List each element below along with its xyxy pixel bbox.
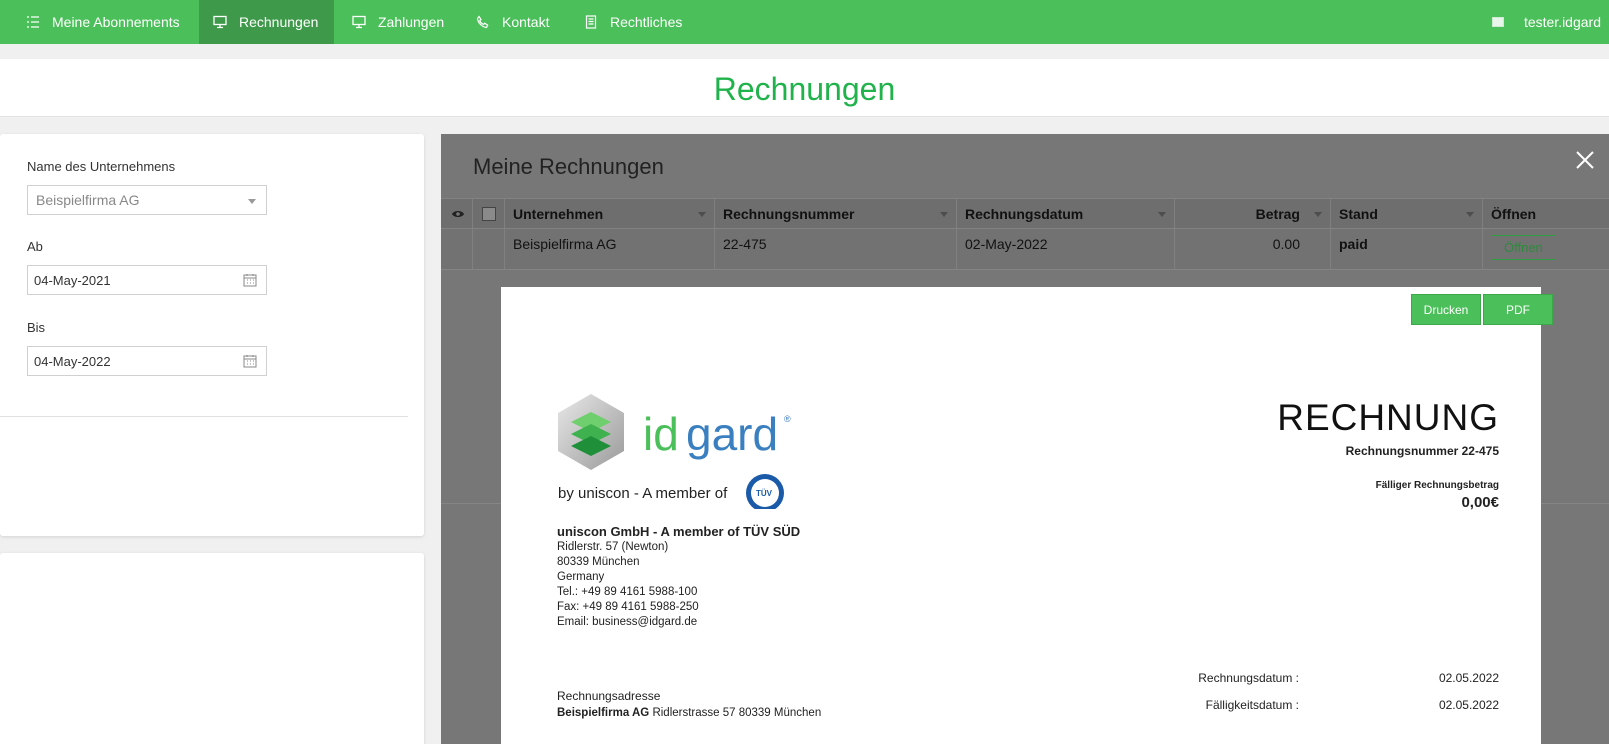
column-header-status[interactable]: Stand	[1331, 199, 1483, 228]
svg-text:by uniscon - A member of: by uniscon - A member of	[558, 485, 728, 502]
monitor-icon	[352, 15, 366, 29]
nav-label: Meine Abonnements	[52, 14, 180, 30]
chevron-down-icon	[248, 199, 256, 204]
column-label: Betrag	[1255, 205, 1300, 222]
invoice-date-label: Rechnungsdatum :	[1198, 671, 1299, 685]
from-date-value: 04-May-2021	[34, 273, 111, 288]
due-date-value: 02.05.2022	[1438, 698, 1499, 712]
sort-caret-icon	[1466, 212, 1474, 217]
monitor-icon	[213, 15, 227, 29]
cell-date: 02-May-2022	[957, 229, 1175, 269]
visibility-column[interactable]	[441, 199, 473, 228]
row-visibility-cell	[441, 229, 473, 269]
select-all-column	[473, 199, 505, 228]
issuer-company-name: uniscon GmbH - A member of TÜV SÜD	[557, 524, 801, 539]
nav-item-rechnungen[interactable]: Rechnungen	[199, 0, 334, 44]
billing-address-label: Rechnungsadresse	[557, 689, 661, 703]
billing-company: Beispielfirma AG	[557, 707, 650, 719]
row-select-cell	[473, 229, 505, 269]
issuer-address-line: Ridlerstr. 57 (Newton)	[557, 541, 669, 553]
svg-text:®: ®	[784, 414, 791, 424]
list-icon	[27, 16, 39, 28]
column-label: Rechnungsdatum	[965, 205, 1084, 222]
close-icon[interactable]	[1573, 148, 1597, 172]
cell-status: paid	[1331, 229, 1483, 269]
invoice-title: RECHNUNG	[1277, 397, 1499, 438]
nav-label: Rechnungen	[239, 14, 319, 30]
modal-title: Meine Rechnungen	[473, 154, 664, 179]
cell-amount: 0.00	[1175, 229, 1331, 269]
to-date-label: Bis	[27, 320, 46, 335]
cell-company: Beispielfirma AG	[505, 229, 715, 269]
nav-item-rechtliches[interactable]: Rechtliches	[570, 0, 696, 44]
column-header-company[interactable]: Unternehmen	[505, 199, 715, 228]
sort-caret-icon	[1158, 212, 1166, 217]
to-date-value: 04-May-2022	[34, 354, 111, 369]
filter-panel: Name des Unternehmens Beispielfirma AG A…	[0, 134, 424, 536]
company-select-value: Beispielfirma AG	[36, 192, 140, 208]
issuer-fax: Fax: +49 89 4161 5988-250	[557, 601, 699, 613]
nav-item-zahlungen[interactable]: Zahlungen	[338, 0, 458, 44]
billing-address: Beispielfirma AG Ridlerstrasse 57 80339 …	[557, 707, 821, 719]
select-all-checkbox[interactable]	[482, 206, 496, 221]
due-date-label: Fälligkeitsdatum :	[1205, 698, 1299, 712]
invoice-preview: Drucken PDF id gard ® by uniscon - A mem…	[501, 287, 1553, 744]
issuer-address-line: 80339 München	[557, 556, 640, 568]
company-filter-label: Name des Unternehmens	[27, 159, 176, 174]
top-navigation: Meine Abonnements Rechnungen Zahlungen K…	[0, 0, 1609, 44]
amount-due-value: 0,00€	[1461, 494, 1499, 511]
amount-due-label: Fälliger Rechnungsbetrag	[1375, 480, 1499, 491]
divider	[0, 416, 408, 417]
column-header-number[interactable]: Rechnungsnummer	[715, 199, 957, 228]
to-date-input[interactable]: 04-May-2022	[27, 346, 267, 376]
document-icon	[585, 15, 597, 29]
sort-caret-icon	[698, 212, 706, 217]
column-label: Stand	[1339, 205, 1378, 222]
secondary-panel	[0, 553, 424, 744]
calendar-icon[interactable]	[243, 354, 257, 368]
sort-caret-icon	[940, 212, 948, 217]
phone-icon	[476, 15, 489, 29]
company-select[interactable]: Beispielfirma AG	[27, 185, 267, 215]
nav-label: Zahlungen	[378, 14, 445, 30]
language-flag-icon[interactable]	[1491, 17, 1504, 27]
table-row[interactable]: Beispielfirma AG 22-475 02-May-2022 0.00…	[441, 229, 1609, 270]
column-header-date[interactable]: Rechnungsdatum	[957, 199, 1175, 228]
pdf-button[interactable]: PDF	[1483, 294, 1553, 325]
print-button[interactable]: Drucken	[1411, 294, 1481, 325]
table-header: Unternehmen Rechnungsnummer Rechnungsdat…	[441, 198, 1609, 229]
column-label: Rechnungsnummer	[723, 205, 855, 222]
issuer-phone: Tel.: +49 89 4161 5988-100	[557, 586, 698, 598]
column-label: Unternehmen	[513, 205, 604, 222]
cell-number: 22-475	[715, 229, 957, 269]
billing-street: Ridlerstrasse 57 80339 München	[649, 707, 822, 719]
idgard-logo: id gard ® by uniscon - A member of TÜV	[558, 394, 791, 509]
invoices-modal: Meine Rechnungen Unternehmen Rechnungsnu…	[441, 134, 1609, 744]
open-invoice-button[interactable]: Öffnen	[1491, 235, 1556, 260]
invoice-number: Rechnungsnummer 22-475	[1345, 444, 1499, 458]
page-header: Rechnungen	[0, 59, 1609, 117]
issuer-email: Email: business@idgard.de	[557, 616, 698, 628]
invoice-date-value: 02.05.2022	[1438, 671, 1499, 685]
calendar-icon[interactable]	[243, 273, 257, 287]
page-title: Rechnungen	[713, 71, 896, 107]
issuer-address-line: Germany	[557, 571, 605, 583]
svg-text:id: id	[643, 408, 679, 460]
username: tester.idgard	[1523, 14, 1601, 30]
column-header-amount[interactable]: Betrag	[1175, 199, 1331, 228]
svg-text:TÜV: TÜV	[756, 489, 773, 498]
from-date-input[interactable]: 04-May-2021	[27, 265, 267, 295]
nav-label: Kontakt	[502, 14, 550, 30]
eye-icon	[452, 210, 464, 217]
nav-item-meine-abonnements[interactable]: Meine Abonnements	[12, 0, 194, 44]
column-label: Öffnen	[1491, 205, 1537, 222]
sort-caret-icon	[1314, 212, 1322, 217]
column-header-open: Öffnen	[1483, 199, 1609, 228]
svg-text:gard: gard	[686, 408, 778, 460]
cell-open: Öffnen	[1483, 229, 1609, 269]
nav-item-kontakt[interactable]: Kontakt	[462, 0, 563, 44]
user-menu[interactable]: tester.idgard	[1491, 0, 1601, 44]
from-date-label: Ab	[27, 239, 43, 254]
nav-label: Rechtliches	[610, 14, 683, 30]
